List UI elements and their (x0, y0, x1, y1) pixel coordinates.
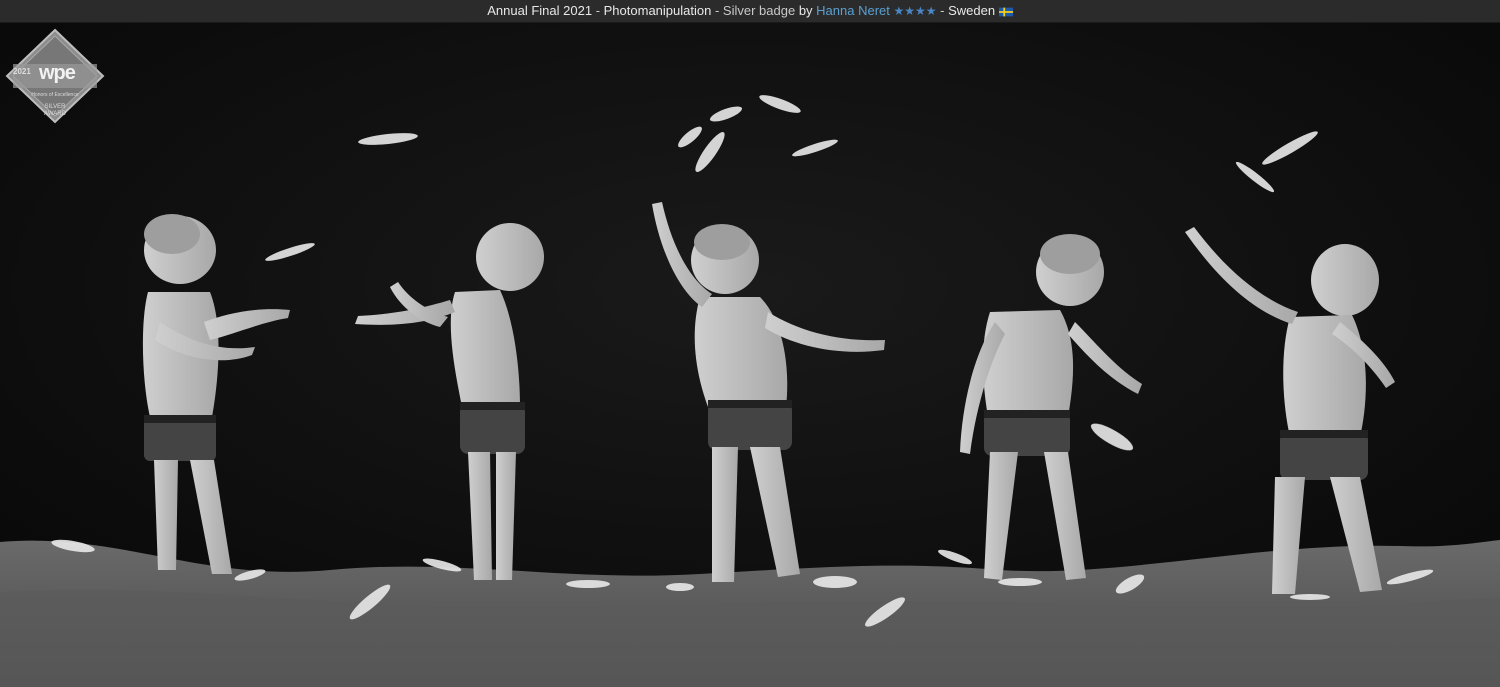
competition-photo (0, 22, 1500, 687)
badge-award-text: SILVER AWARD (41, 104, 69, 118)
badge-honor-text: Honors of Excellence (31, 92, 79, 98)
badge-award-line1: SILVER (44, 104, 66, 110)
silver-award-badge: 2021 wpe Honors of Excellence SILVER AWA… (3, 28, 107, 124)
sweden-flag-icon (998, 7, 1013, 17)
badge-award-line2: AWARD (44, 111, 66, 117)
badge-logo: wpe (39, 62, 76, 84)
caption-bar: Annual Final 2021 - Photomanipulation - … (0, 0, 1500, 23)
award-label: Silver badge (722, 3, 796, 18)
badge-year: 2021 (13, 67, 31, 76)
photo-image (0, 22, 1500, 687)
competition-label: Annual Final 2021 (487, 3, 593, 18)
category-label: Photomanipulation (603, 3, 712, 18)
by-label: by (798, 3, 813, 18)
author-stars-icon: ★★★★ (893, 4, 937, 18)
separator: - (936, 3, 949, 18)
country-label: Sweden (948, 3, 996, 18)
separator: - (711, 3, 723, 18)
separator: - (592, 3, 604, 18)
author-link[interactable]: Hanna Neret (816, 3, 890, 18)
page: Annual Final 2021 - Photomanipulation - … (0, 0, 1500, 687)
